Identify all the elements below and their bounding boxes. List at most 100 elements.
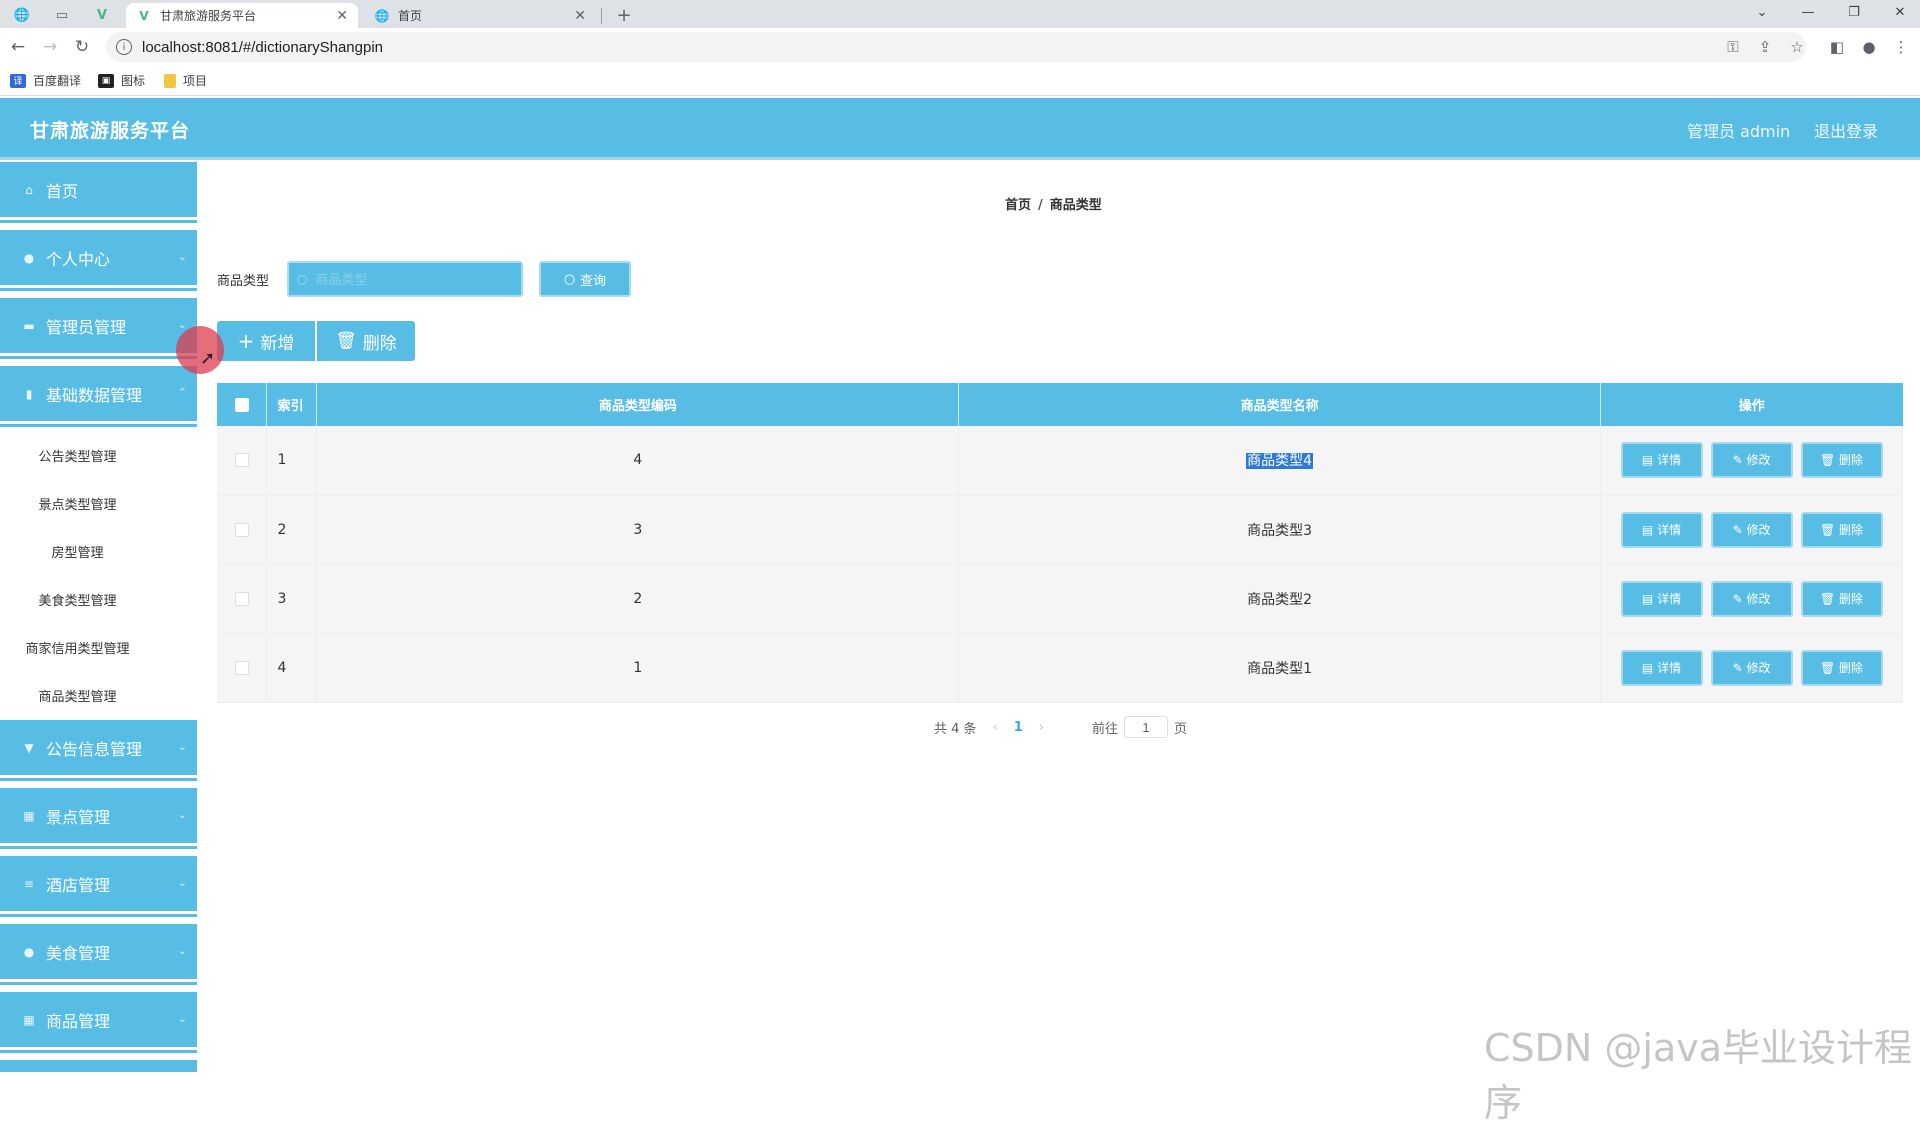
detail-button[interactable]: ▤ 详情 (1620, 580, 1703, 617)
trash-icon: 🗑 (335, 331, 357, 351)
sidebar-item-label: 商品管理 (46, 1011, 111, 1031)
back-icon[interactable]: ← (6, 35, 30, 59)
cursor-icon: ➚ (200, 348, 216, 369)
detail-button[interactable]: ▤ 详情 (1620, 511, 1703, 548)
blank-tab-icon[interactable]: ▭ (48, 3, 76, 27)
chevron-right-icon[interactable]: › (1039, 720, 1044, 735)
info-icon[interactable]: i (116, 39, 132, 55)
sidebar-item-more[interactable] (0, 1060, 197, 1072)
sidebar-item-base-data[interactable]: ▮ 基础数据管理 ⌃ (0, 366, 197, 424)
minimize-icon[interactable]: — (1786, 0, 1830, 24)
select-all-checkbox[interactable] (234, 397, 249, 412)
edit-button[interactable]: ✎ 修改 (1710, 649, 1793, 686)
sidebar-item-home[interactable]: ⌂ 首页 (0, 162, 197, 220)
sidebar-item-goods[interactable]: ▦ 商品管理 ⌄ (0, 992, 197, 1050)
edit-label: 修改 (1746, 591, 1771, 606)
add-button[interactable]: + 新增 (217, 321, 315, 361)
sidebar-item-notice[interactable]: ▼ 公告信息管理 ⌄ (0, 720, 197, 778)
edit-label: 修改 (1746, 522, 1771, 537)
sidebar-item-label: 酒店管理 (46, 875, 111, 895)
admin-icon: ▬ (23, 318, 35, 333)
code-cell: 4 (316, 426, 960, 496)
sidebar-item-food[interactable]: ● 美食管理 ⌄ (0, 924, 197, 982)
tab-active[interactable]: V 甘肃旅游服务平台 ✕ (126, 3, 358, 28)
close-icon[interactable]: ✕ (574, 8, 586, 24)
sub-item-food-type[interactable]: 美食类型管理 (0, 590, 155, 609)
edit-button[interactable]: ✎ 修改 (1710, 442, 1793, 479)
edit-button[interactable]: ✎ 修改 (1710, 580, 1793, 617)
reload-icon[interactable]: ↻ (70, 35, 94, 59)
sub-item-credit-type[interactable]: 商家信用类型管理 (0, 638, 155, 657)
star-icon[interactable]: ☆ (1786, 36, 1808, 58)
sidebar-item-hotel[interactable]: ≡ 酒店管理 ⌄ (0, 856, 197, 914)
logout-link[interactable]: 退出登录 (1814, 118, 1878, 142)
globe-icon[interactable]: 🌐 (8, 3, 36, 27)
bookmark-label: 项目 (183, 74, 208, 88)
index-cell: 2 (266, 495, 318, 565)
detail-button[interactable]: ▤ 详情 (1620, 649, 1703, 686)
row-checkbox[interactable] (234, 453, 249, 468)
image-icon: ▣ (98, 73, 114, 88)
search-label: 商品类型 (217, 274, 270, 289)
translate-icon: 译 (10, 73, 26, 88)
data-table: 索引 商品类型编码 商品类型名称 操作 1 4 商品类型4 ▤ 详情 ✎ 修改 🗑 … (217, 383, 1903, 703)
row-checkbox[interactable] (234, 660, 249, 675)
search-field[interactable]: ○ (287, 261, 523, 297)
row-checkbox[interactable] (234, 522, 249, 537)
sub-item-room-type[interactable]: 房型管理 (0, 542, 155, 561)
page-jump-input[interactable] (1124, 716, 1169, 738)
sidebar-item-label: 管理员管理 (46, 317, 127, 337)
chevron-down-icon[interactable]: ⌄ (1740, 0, 1784, 24)
new-tab-icon[interactable]: + (610, 3, 638, 27)
sidepanel-icon[interactable]: ◧ (1826, 36, 1848, 58)
restore-icon[interactable]: ❐ (1832, 0, 1876, 24)
detail-button[interactable]: ▤ 详情 (1620, 442, 1703, 479)
sub-item-goods-type[interactable]: 商品类型管理 (0, 686, 155, 705)
bookmarks-bar: 译 百度翻译 ▣ 图标 项目 (0, 66, 1920, 96)
delete-label: 删除 (1839, 522, 1864, 537)
pagination-current-page[interactable]: 1 (1014, 720, 1023, 735)
sidebar-item-personal[interactable]: ● 个人中心 ⌄ (0, 230, 197, 288)
search-input[interactable] (315, 271, 496, 287)
row-delete-button[interactable]: 🗑 删除 (1800, 580, 1883, 617)
forward-icon[interactable]: → (38, 35, 62, 59)
selected-name-text: 商品类型4 (1246, 453, 1314, 470)
batch-delete-button[interactable]: 🗑 删除 (317, 321, 415, 361)
breadcrumb-home[interactable]: 首页 (1005, 198, 1031, 213)
chevron-left-icon[interactable]: ‹ (993, 720, 998, 735)
menu-icon[interactable]: ⋮ (1890, 36, 1912, 58)
query-button[interactable]: ○ 查询 (539, 261, 631, 297)
tab-home[interactable]: 🌐 首页 ✕ (364, 3, 596, 28)
code-cell: 3 (316, 495, 960, 565)
row-delete-button[interactable]: 🗑 删除 (1800, 442, 1883, 479)
row-delete-button[interactable]: 🗑 删除 (1800, 649, 1883, 686)
chevron-down-icon: ⌄ (177, 250, 187, 263)
share-icon[interactable]: ⇪ (1754, 36, 1776, 58)
bookmark-item[interactable]: ▣ 图标 (98, 72, 145, 89)
sidebar-item-admin[interactable]: ▬ 管理员管理 ⌄ (0, 298, 197, 356)
edit-button[interactable]: ✎ 修改 (1710, 511, 1793, 548)
bookmark-item[interactable]: 项目 (164, 72, 207, 89)
app-title: 甘肃旅游服务平台 (30, 120, 191, 142)
row-delete-button[interactable]: 🗑 删除 (1800, 511, 1883, 548)
address-bar[interactable]: i localhost:8081/#/dictionaryShangpin (106, 32, 1806, 62)
name-cell: 商品类型1 (958, 633, 1602, 703)
row-checkbox[interactable] (234, 591, 249, 606)
detail-label: 详情 (1657, 522, 1682, 537)
window-close-icon[interactable]: ✕ (1878, 0, 1920, 24)
close-icon[interactable]: ✕ (336, 8, 348, 24)
code-cell: 2 (316, 564, 960, 634)
key-icon[interactable]: ⚿ (1722, 36, 1744, 58)
vue-icon[interactable]: V (88, 3, 116, 27)
table-row: 2 3 商品类型3 ▤ 详情 ✎ 修改 🗑 删除 (217, 495, 1903, 565)
sub-item-notice-type[interactable]: 公告类型管理 (0, 446, 155, 465)
sidebar-item-label: 公告信息管理 (46, 739, 143, 759)
operation-cell: ▤ 详情 ✎ 修改 🗑 删除 (1600, 495, 1903, 565)
detail-label: 详情 (1657, 591, 1682, 606)
sub-item-scenic-type[interactable]: 景点类型管理 (0, 494, 155, 513)
url-text: localhost:8081/#/dictionaryShangpin (142, 38, 384, 56)
profile-icon[interactable]: ● (1858, 36, 1880, 58)
bookmark-item[interactable]: 译 百度翻译 (10, 72, 81, 89)
sidebar-item-scenic[interactable]: ▦ 景点管理 ⌄ (0, 788, 197, 846)
food-icon: ● (23, 944, 35, 959)
